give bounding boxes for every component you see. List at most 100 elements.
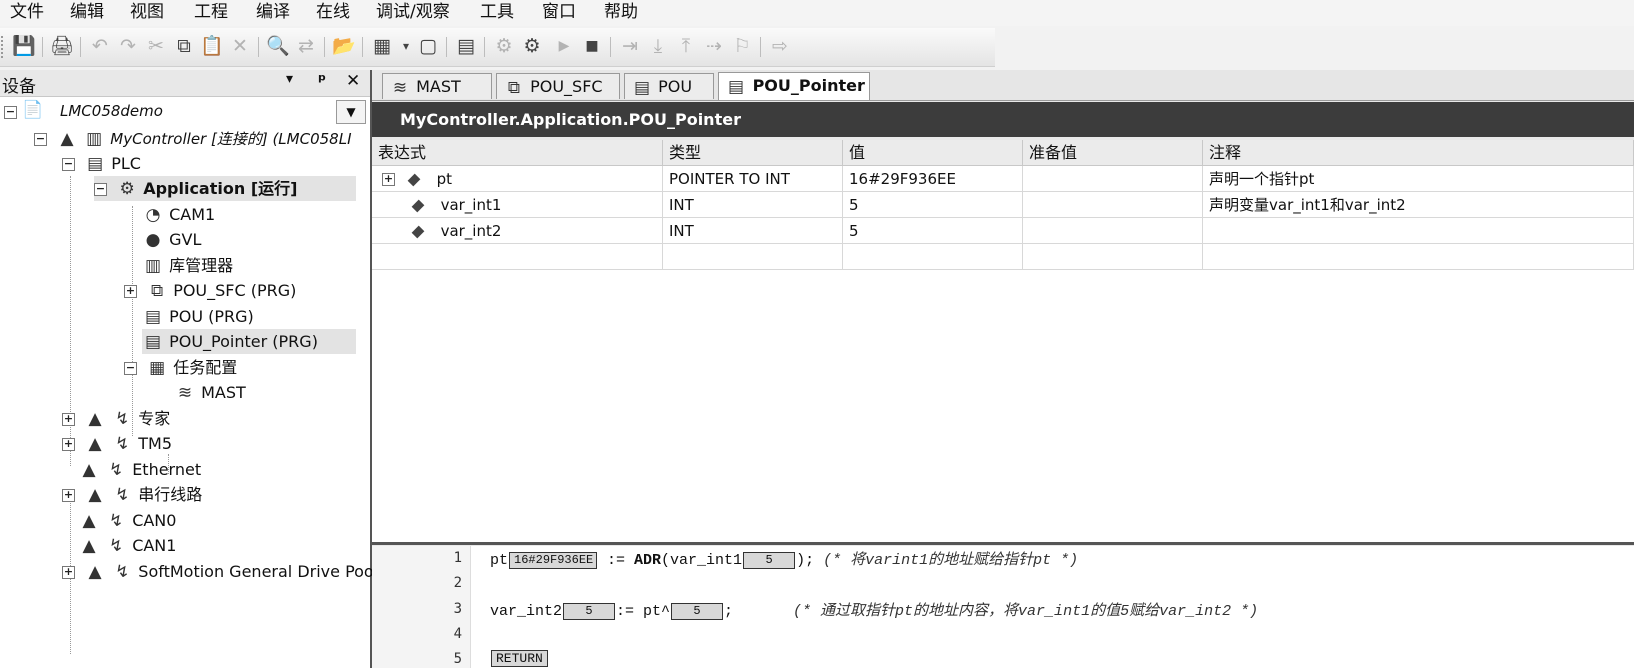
menu-tools[interactable]: 工具 (480, 2, 514, 22)
redo-icon[interactable]: ↷ (116, 34, 140, 58)
tree-item-pou-sfc[interactable]: + ⧉ POU_SFC (PRG) (124, 278, 296, 303)
open-file-icon[interactable]: 📂 (332, 34, 356, 58)
tab-mast[interactable]: ≋ MAST (382, 73, 492, 99)
toolbar-grip[interactable] (1, 36, 6, 58)
tree-item-mycontroller[interactable]: − ▲ ▥ MyController [连接的] (LMC058LI (34, 126, 352, 151)
find-icon[interactable]: 🔍 (266, 34, 290, 58)
table-row[interactable]: var_int2 (372, 218, 663, 244)
collapse-toggle-icon[interactable]: − (62, 158, 75, 171)
cut-icon[interactable]: ✂ (144, 34, 168, 58)
expand-toggle-icon[interactable]: + (62, 566, 75, 579)
project-root-row[interactable]: − 📄 LMC058demo ▼ (2, 100, 368, 124)
menu-online[interactable]: 在线 (316, 2, 350, 22)
menu-project[interactable]: 工程 (194, 2, 228, 22)
undo-icon[interactable]: ↶ (88, 34, 112, 58)
copy-icon[interactable]: ⧉ (172, 34, 196, 58)
table-row[interactable]: + pt (372, 166, 663, 192)
step-out-icon[interactable]: ⤒ (674, 34, 698, 58)
menu-help[interactable]: 帮助 (604, 2, 638, 22)
column-header-value[interactable]: 值 (843, 140, 1023, 166)
empty-cell[interactable] (372, 244, 663, 270)
menu-edit[interactable]: 编辑 (70, 2, 104, 22)
collapse-toggle-icon[interactable]: − (94, 183, 107, 196)
tree-item-tm5[interactable]: + ▲ ↯ TM5 (62, 431, 172, 456)
empty-cell[interactable] (1023, 244, 1203, 270)
close-icon[interactable]: ✕ (346, 71, 360, 91)
tree-item-application[interactable]: − ⚙ Application [运行] (94, 176, 356, 201)
menu-debug[interactable]: 调试/观察 (376, 2, 450, 22)
project-dropdown-icon[interactable]: ▼ (336, 100, 366, 124)
add-object-icon[interactable]: ▦ (370, 34, 394, 58)
tab-pou[interactable]: ▤ POU (624, 73, 714, 99)
tree-item-expert[interactable]: + ▲ ↯ 专家 (62, 406, 170, 431)
login-icon[interactable]: ⚙ (492, 34, 516, 58)
print-icon[interactable]: 🖨 (50, 34, 74, 58)
build-icon[interactable]: ▤ (454, 34, 478, 58)
show-next-statement-icon[interactable]: ⇨ (768, 34, 792, 58)
delete-icon[interactable]: ✕ (228, 34, 252, 58)
tree-item-plc[interactable]: − ▤ PLC (62, 151, 141, 176)
tree-item-mast[interactable]: ≋ MAST (174, 380, 246, 405)
separator (484, 37, 485, 57)
prepared-value-cell[interactable] (1023, 218, 1203, 244)
expand-toggle-icon[interactable]: + (382, 173, 395, 186)
expand-toggle-icon[interactable]: + (124, 285, 137, 298)
expand-toggle-icon[interactable]: + (62, 489, 75, 502)
menu-file[interactable]: 文件 (10, 2, 44, 22)
menu-window[interactable]: 窗口 (542, 2, 576, 22)
code-editor[interactable]: 1 2 3 4 5 pt 16#29F936EE := ADR(var_int1 5… (372, 546, 1634, 668)
column-header-type[interactable]: 类型 (663, 140, 843, 166)
collapse-toggle-icon[interactable]: − (34, 133, 47, 146)
tab-pou-pointer[interactable]: ▤ POU_Pointer (718, 72, 870, 100)
tree-item-serial-line[interactable]: + ▲ ↯ 串行线路 (62, 482, 202, 507)
tree-item-task-config[interactable]: − ▦ 任务配置 (124, 355, 237, 380)
monitor-value-box[interactable]: 5 (671, 602, 724, 620)
tab-pou-sfc[interactable]: ⧉ POU_SFC (496, 73, 620, 99)
empty-cell[interactable] (663, 244, 843, 270)
expand-toggle-icon[interactable]: + (62, 438, 75, 451)
column-header-comment[interactable]: 注释 (1203, 140, 1634, 166)
tree-item-pou-pointer[interactable]: ▤ POU_Pointer (PRG) (142, 329, 356, 354)
breakpoint-icon[interactable]: ⚐ (730, 34, 754, 58)
panel-dropdown-icon[interactable]: ▾ (286, 71, 293, 87)
code-line-3[interactable]: var_int2 5:= pt^ 5; (* 通过取指针pt的地址内容，将var_in… (490, 599, 1258, 620)
warning-icon: ▲ (82, 460, 96, 480)
logout-icon[interactable]: ⚙ (520, 34, 544, 58)
prepared-value-cell[interactable] (1023, 192, 1203, 218)
empty-cell[interactable] (1203, 244, 1634, 270)
start-icon[interactable]: ▶ (552, 34, 576, 58)
column-header-expression[interactable]: 表达式 (372, 140, 663, 166)
stop-icon[interactable]: ■ (580, 34, 604, 58)
menu-view[interactable]: 视图 (130, 2, 164, 22)
column-header-prepared-value[interactable]: 准备值 (1023, 140, 1203, 166)
monitor-value-box[interactable]: 16#29F936EE (509, 551, 598, 569)
tree-item-library-manager[interactable]: ▥ 库管理器 (142, 253, 233, 278)
tree-item-gvl[interactable]: ● GVL (142, 227, 202, 252)
monitor-value-box[interactable]: 5 (743, 551, 796, 569)
replace-icon[interactable]: ⇄ (294, 34, 318, 58)
tree-item-can1[interactable]: ▲ ↯ CAN1 (78, 533, 176, 558)
step-over-icon[interactable]: ⇥ (618, 34, 642, 58)
tree-item-ethernet[interactable]: ▲ ↯ Ethernet (78, 457, 201, 482)
prepared-value-cell[interactable] (1023, 166, 1203, 192)
tree-item-can0[interactable]: ▲ ↯ CAN0 (78, 508, 176, 533)
dropdown-arrow-icon[interactable]: ▾ (394, 34, 418, 58)
tree-item-cam1[interactable]: ◔ CAM1 (142, 202, 216, 227)
tree-item-softmotion-pool[interactable]: + ▲ ↯ SoftMotion General Drive Pool (62, 559, 378, 584)
new-object-icon[interactable]: ▢ (416, 34, 440, 58)
paste-icon[interactable]: 📋 (200, 34, 224, 58)
save-icon[interactable]: 💾 (12, 34, 36, 58)
table-row[interactable]: var_int1 (372, 192, 663, 218)
step-into-icon[interactable]: ⤓ (646, 34, 670, 58)
expand-toggle-icon[interactable]: + (62, 413, 75, 426)
code-line-6[interactable]: RETURN (490, 650, 549, 667)
menu-build[interactable]: 编译 (256, 2, 290, 22)
code-line-1[interactable]: pt 16#29F936EE := ADR(var_int1 5); (* 将var… (490, 548, 1078, 569)
run-to-cursor-icon[interactable]: ⇢ (702, 34, 726, 58)
pin-icon[interactable]: ᵖ (318, 71, 326, 91)
monitor-value-box[interactable]: 5 (563, 602, 616, 620)
tree-item-pou[interactable]: ▤ POU (PRG) (142, 304, 254, 329)
collapse-toggle-icon[interactable]: − (4, 106, 17, 119)
empty-cell[interactable] (843, 244, 1023, 270)
collapse-toggle-icon[interactable]: − (124, 362, 137, 375)
